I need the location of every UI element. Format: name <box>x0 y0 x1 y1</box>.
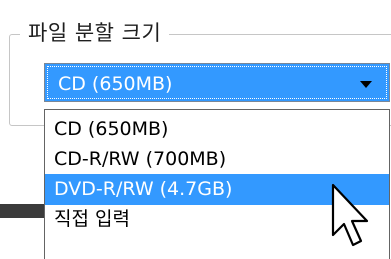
option-dvdrw-4-7gb[interactable]: DVD-R/RW (4.7GB) <box>45 174 389 205</box>
option-cd-650mb[interactable]: CD (650MB) <box>45 114 389 145</box>
option-cdrw-700mb[interactable]: CD-R/RW (700MB) <box>45 144 389 175</box>
option-custom-input[interactable]: 직접 입력 <box>45 204 389 235</box>
chevron-down-icon[interactable] <box>360 81 372 88</box>
split-size-dropdown-list: CD (650MB) CD-R/RW (700MB) DVD-R/RW (4.7… <box>44 109 390 259</box>
combobox-selected-value: CD (650MB) <box>58 73 173 95</box>
groupbox-title: 파일 분할 크기 <box>20 15 170 51</box>
background-window-edge <box>0 204 48 218</box>
file-split-size-panel: 파일 분할 크기 CD (650MB) CD (650MB) CD-R/RW (… <box>0 0 391 259</box>
combobox-focus-rect: CD (650MB) <box>47 66 387 99</box>
split-size-combobox[interactable]: CD (650MB) <box>44 63 390 102</box>
